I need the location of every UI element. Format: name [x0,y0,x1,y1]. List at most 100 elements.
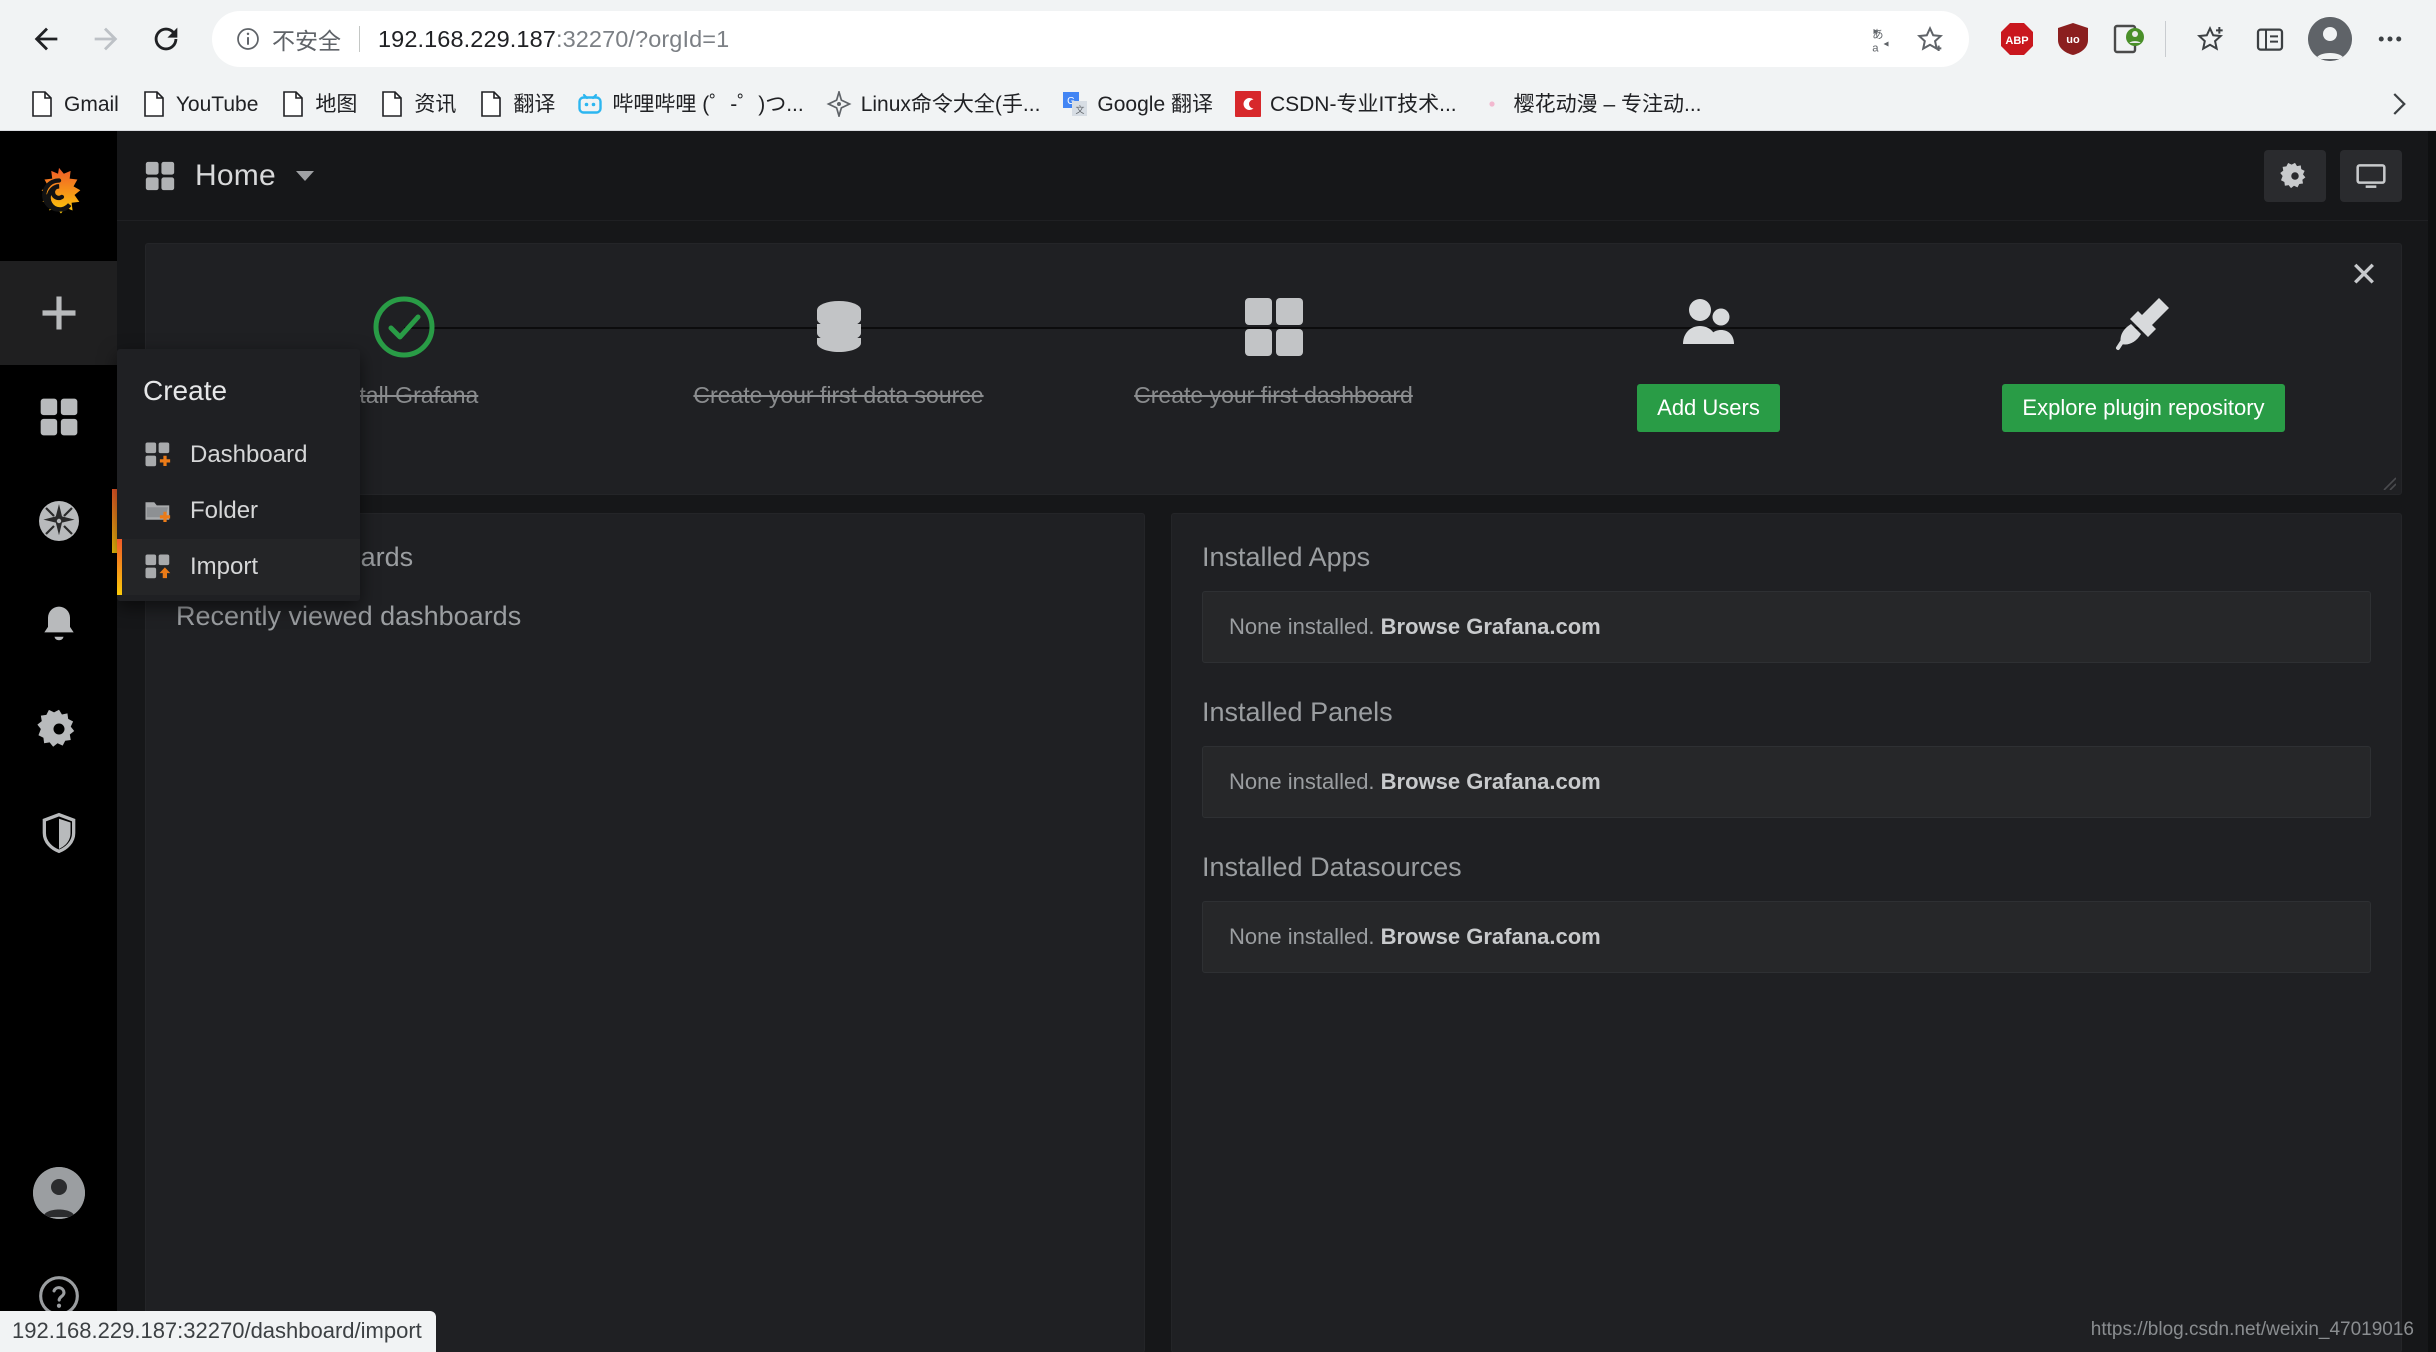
security-status-text: 不安全 [272,28,341,54]
address-bar[interactable]: 不安全 192.168.229.187:32270/?orgId=1 あ a [212,11,1969,67]
breadcrumb[interactable]: Home [143,159,314,193]
ublock-origin-icon[interactable]: uo [2053,19,2093,59]
dashboard-icon [1237,284,1311,370]
plugin-icon [2107,284,2181,370]
installed-datasources-title: Installed Datasources [1202,852,1462,882]
folder-add-icon [143,496,173,526]
browse-grafana-link[interactable]: Browse Grafana.com [1381,769,1601,794]
step-connector [838,327,1274,329]
bookmark-maps[interactable]: 地图 [269,84,368,124]
more-options-icon[interactable] [2362,11,2418,67]
forward-button[interactable] [78,11,134,67]
import-icon [143,552,173,582]
panel-resize-handle[interactable] [2380,474,2396,490]
reload-button[interactable] [138,11,194,67]
bookmark-gmail[interactable]: Gmail [18,84,130,124]
adblock-plus-icon[interactable]: ABP [1997,19,2037,59]
bookmark-linux-commands[interactable]: Linux命令大全(手... [815,84,1052,124]
sidebar-item-explore[interactable] [0,469,117,573]
grafana-logo[interactable] [0,131,117,261]
create-menu-label: Import [190,553,259,580]
tampermonkey-icon[interactable] [2109,19,2149,59]
tv-mode-button[interactable] [2340,149,2402,202]
sidebar-item-configuration[interactable] [0,677,117,781]
explore-plugin-repository-button[interactable]: Explore plugin repository [2002,384,2285,432]
page-icon [478,91,504,117]
grafana-sidebar [0,131,117,1352]
bookmark-sakura-anime[interactable]: 樱花动漫 – 专注动... [1468,84,1713,124]
dashboards-panel: Starred dashboards Recently viewed dashb… [145,513,1145,1352]
browse-grafana-link[interactable]: Browse Grafana.com [1381,614,1601,639]
dashboard-settings-button[interactable] [2264,149,2326,202]
installed-apps-empty-state: None installed. Browse Grafana.com [1202,591,2371,663]
sidebar-item-alerting[interactable] [0,573,117,677]
monitor-icon [2356,163,2386,188]
dashboards-icon [145,161,175,190]
grafana-app: Home ✕ Install Grafana Create your first… [0,131,2436,1352]
favorites-icon[interactable] [2182,11,2238,67]
page-title: Home [195,158,276,192]
none-installed-text: None installed. [1229,769,1381,794]
add-users-button[interactable]: Add Users [1637,384,1780,432]
watermark-text: https://blog.csdn.net/weixin_47019016 [2090,1319,2414,1340]
sidebar-item-server-admin[interactable] [0,781,117,885]
profile-avatar[interactable] [2302,11,2358,67]
site-info-icon[interactable] [234,25,262,53]
chevron-down-icon[interactable] [295,170,314,181]
step-create-dashboard: Create your first dashboard [838,284,1709,409]
users-icon [1672,284,1746,370]
bookmark-label: Google 翻译 [1097,92,1213,116]
translate-icon[interactable]: あ a [1867,20,1905,58]
step-label: Create your first data source [693,382,984,408]
bookmark-label: CSDN-专业IT技术... [1269,92,1457,116]
dashboard-add-icon [143,440,173,470]
dashboards-icon [40,398,77,436]
topnav-actions [2264,149,2402,202]
bookmarks-overflow-chevron-right-icon[interactable] [2378,84,2418,124]
recently-viewed-dashboards-title: Recently viewed dashboards [176,601,522,631]
gear-icon [2280,162,2306,188]
bookmark-label: 地图 [315,92,358,116]
page-icon [141,91,167,117]
bookmark-news[interactable]: 资讯 [368,84,467,124]
bookmark-label: 哔哩哔哩 (゜-゜)つ... [612,92,804,116]
bookmark-youtube[interactable]: YouTube [130,84,270,124]
create-dropdown-menu: Create Dashboard Folder Import [117,349,360,601]
sidebar-item-dashboards[interactable] [0,365,117,469]
step-connector [1273,327,1709,329]
bookmark-google-translate[interactable]: G文 Google 翻译 [1051,84,1224,124]
svg-text:ABP: ABP [2005,35,2028,47]
sakura-icon [1479,91,1505,117]
step-add-users: Add Users [1273,284,2144,432]
step-connector [1708,327,2144,329]
create-menu-item-folder[interactable]: Folder [117,483,360,539]
compass-icon [38,501,79,541]
bookmark-bilibili[interactable]: 哔哩哔哩 (゜-゜)つ... [566,84,814,124]
sidebar-item-profile[interactable] [0,1141,117,1245]
bookmark-csdn[interactable]: CSDN-专业IT技术... [1224,84,1468,124]
star-icon[interactable] [1911,20,1949,58]
compass-icon [826,91,852,117]
step-explore-plugins: Explore plugin repository [1708,284,2361,432]
user-avatar[interactable] [32,1167,85,1219]
bell-icon [43,606,74,641]
grafana-main: Home ✕ Install Grafana Create your first… [117,131,2436,1352]
bookmark-label: Gmail [64,92,119,116]
browser-toolbar: 不安全 192.168.229.187:32270/?orgId=1 あ a A… [0,0,2436,78]
back-button[interactable] [18,11,74,67]
status-bar-link: 192.168.229.187:32270/dashboard/import [0,1311,436,1352]
collections-icon[interactable] [2242,11,2298,67]
scrollbar-track[interactable] [2428,131,2436,1352]
create-menu-label: Folder [190,497,259,524]
installed-datasources-empty-state: None installed. Browse Grafana.com [1202,901,2371,973]
database-icon [802,284,876,370]
create-menu-item-dashboard[interactable]: Dashboard [117,427,360,483]
browser-chrome: 不安全 192.168.229.187:32270/?orgId=1 あ a A… [0,0,2436,131]
page-icon [29,91,55,117]
bookmark-translate[interactable]: 翻译 [467,84,566,124]
browse-grafana-link[interactable]: Browse Grafana.com [1381,924,1601,949]
sidebar-item-create[interactable] [0,261,117,365]
bookmarks-bar: Gmail YouTube 地图 资讯 翻译 哔哩哔哩 (゜-゜)つ... Li… [0,78,2436,130]
toolbar-divider [2165,21,2166,57]
create-menu-item-import[interactable]: Import [117,539,360,595]
